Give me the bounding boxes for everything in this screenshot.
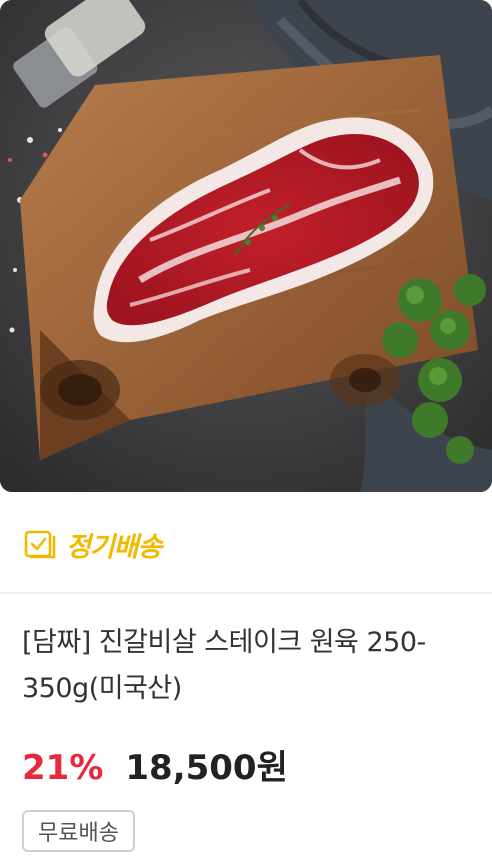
divider — [0, 592, 492, 594]
subscription-badge: 정기배송 — [22, 524, 162, 564]
sale-price: 18,500원 — [125, 748, 288, 788]
free-shipping-tag: 무료배송 — [22, 810, 135, 852]
steak-photo-illustration — [0, 0, 492, 492]
calendar-check-icon — [24, 530, 56, 559]
subscription-label: 정기배송 — [66, 531, 162, 563]
product-image[interactable] — [0, 0, 492, 492]
product-title[interactable]: [담짜] 진갈비살 스테이크 원육 250-350g(미국산) — [22, 620, 482, 712]
price-row: 21% 18,500원 — [22, 740, 288, 790]
discount-rate: 21% — [22, 748, 104, 788]
product-card[interactable]: 정기배송 [담짜] 진갈비살 스테이크 원육 250-350g(미국산) 21%… — [0, 0, 492, 862]
